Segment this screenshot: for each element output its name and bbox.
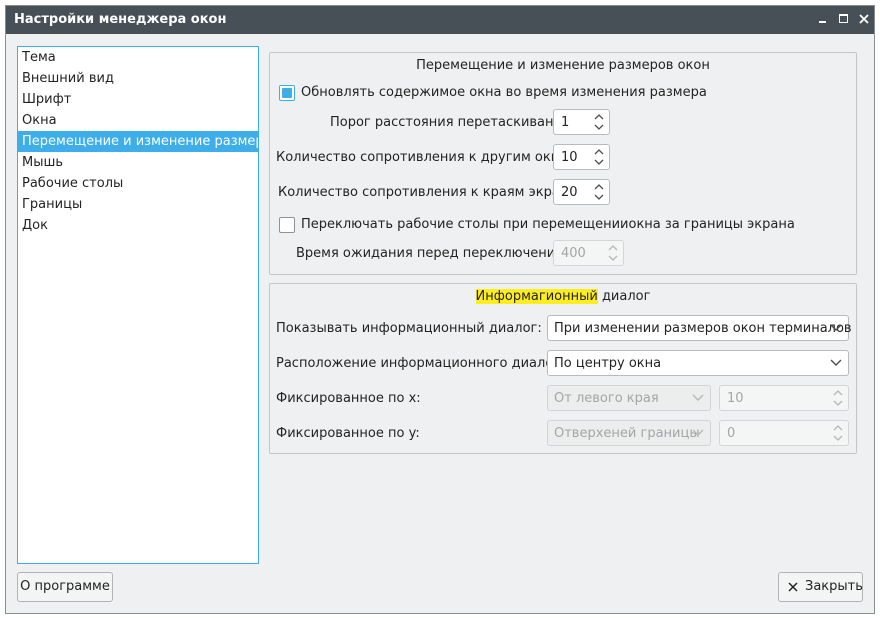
spin-arrows-icon[interactable]	[832, 423, 844, 443]
resist-windows-label: Количество сопротивления к другим окнам:	[276, 150, 582, 165]
title-rest: диалог	[597, 289, 651, 304]
switch-desktops-label[interactable]: Переключать рабочие столы при перемещени…	[301, 217, 795, 232]
move-resize-group: Перемещение и изменение размеров окон Об…	[269, 52, 857, 275]
switch-delay-spinbox[interactable]: 400	[553, 240, 624, 266]
close-window-button[interactable]	[857, 12, 871, 26]
info-dialog-group-title: Информагионный диалог	[270, 289, 856, 304]
sidebar-item-desktops[interactable]: Рабочие столы	[18, 173, 258, 194]
highlighted-title-word: Информагионный	[475, 289, 598, 304]
sidebar-item-appearance[interactable]: Внешний вид	[18, 68, 258, 89]
switch-delay-label: Время ожидания перед переключением:	[296, 246, 578, 261]
title-bar[interactable]: Настройки менеджера окон	[6, 6, 874, 34]
resist-edges-label: Количество сопротивления к краям экрана:	[278, 185, 581, 200]
category-list[interactable]: Тема Внешний вид Шрифт Окна Перемещение …	[17, 46, 259, 564]
spin-arrows-icon[interactable]	[593, 182, 605, 202]
resist-edges-value: 20	[561, 185, 578, 200]
chevron-down-icon	[692, 429, 704, 436]
fixed-y-spinbox[interactable]: 0	[719, 420, 849, 446]
chevron-down-icon	[830, 324, 842, 331]
show-dialog-combobox[interactable]: При изменении размеров окон терминалов	[547, 315, 852, 341]
resist-windows-spinbox[interactable]: 10	[553, 144, 610, 170]
spin-arrows-icon[interactable]	[593, 147, 605, 167]
close-icon	[788, 582, 798, 592]
fixed-x-mode-value: От левого края	[554, 391, 659, 406]
resist-edges-spinbox[interactable]: 20	[553, 179, 610, 205]
switch-delay-value: 400	[561, 246, 586, 261]
sidebar-item-mouse[interactable]: Мышь	[18, 152, 258, 173]
dialog-position-combobox[interactable]: По центру окна	[547, 350, 849, 376]
close-button-label: Закрыть	[805, 579, 863, 594]
resist-windows-value: 10	[561, 150, 578, 165]
maximize-icon	[839, 14, 848, 23]
close-icon	[859, 14, 869, 24]
sidebar-item-font[interactable]: Шрифт	[18, 89, 258, 110]
spin-arrows-icon[interactable]	[832, 388, 844, 408]
fixed-y-value: 0	[727, 426, 736, 441]
fixed-x-value: 10	[727, 391, 744, 406]
close-button[interactable]: Закрыть	[778, 572, 863, 602]
update-contents-label[interactable]: Обновлять содержимое окна во время измен…	[301, 85, 707, 100]
fixed-y-label: Фиксированное по y:	[276, 426, 420, 441]
minimize-icon	[819, 21, 826, 23]
fixed-x-spinbox[interactable]: 10	[719, 385, 849, 411]
sidebar-item-move-resize[interactable]: Перемещение и изменение размера	[18, 131, 258, 152]
update-contents-checkbox[interactable]	[279, 85, 295, 101]
switch-desktops-checkbox[interactable]	[279, 217, 295, 233]
window: Настройки менеджера окон Тема Внешний ви…	[5, 5, 875, 614]
dialog-position-label: Расположение информационного диалога:	[276, 356, 573, 371]
sidebar-item-theme[interactable]: Тема	[18, 47, 258, 68]
dialog-position-value: По центру окна	[554, 356, 662, 371]
fixed-x-mode-combobox[interactable]: От левого края	[547, 385, 711, 411]
chevron-down-icon	[830, 359, 842, 366]
window-title: Настройки менеджера окон	[14, 12, 227, 27]
maximize-button[interactable]	[837, 12, 851, 26]
show-dialog-value: При изменении размеров окон терминалов	[554, 321, 852, 336]
about-button[interactable]: О программе	[17, 572, 113, 602]
fixed-x-label: Фиксированное по x:	[276, 391, 421, 406]
fixed-y-mode-combobox[interactable]: Отверхеней границы	[547, 420, 711, 446]
chevron-down-icon	[692, 394, 704, 401]
sidebar-item-windows[interactable]: Окна	[18, 110, 258, 131]
drag-threshold-label: Порог расстояния перетаскивания:	[330, 115, 575, 130]
drag-threshold-value: 1	[561, 115, 570, 130]
fixed-y-mode-value: Отверхеней границы	[554, 426, 700, 441]
spin-arrows-icon[interactable]	[607, 243, 619, 263]
minimize-button[interactable]	[816, 12, 830, 26]
spin-arrows-icon[interactable]	[593, 112, 605, 132]
sidebar-item-dock[interactable]: Док	[18, 215, 258, 236]
show-dialog-label: Показывать информационный диалог:	[276, 321, 542, 336]
move-resize-group-title: Перемещение и изменение размеров окон	[416, 58, 710, 73]
info-dialog-group: Информагионный диалог Показывать информа…	[269, 283, 857, 454]
sidebar-item-margins[interactable]: Границы	[18, 194, 258, 215]
drag-threshold-spinbox[interactable]: 1	[553, 109, 610, 135]
